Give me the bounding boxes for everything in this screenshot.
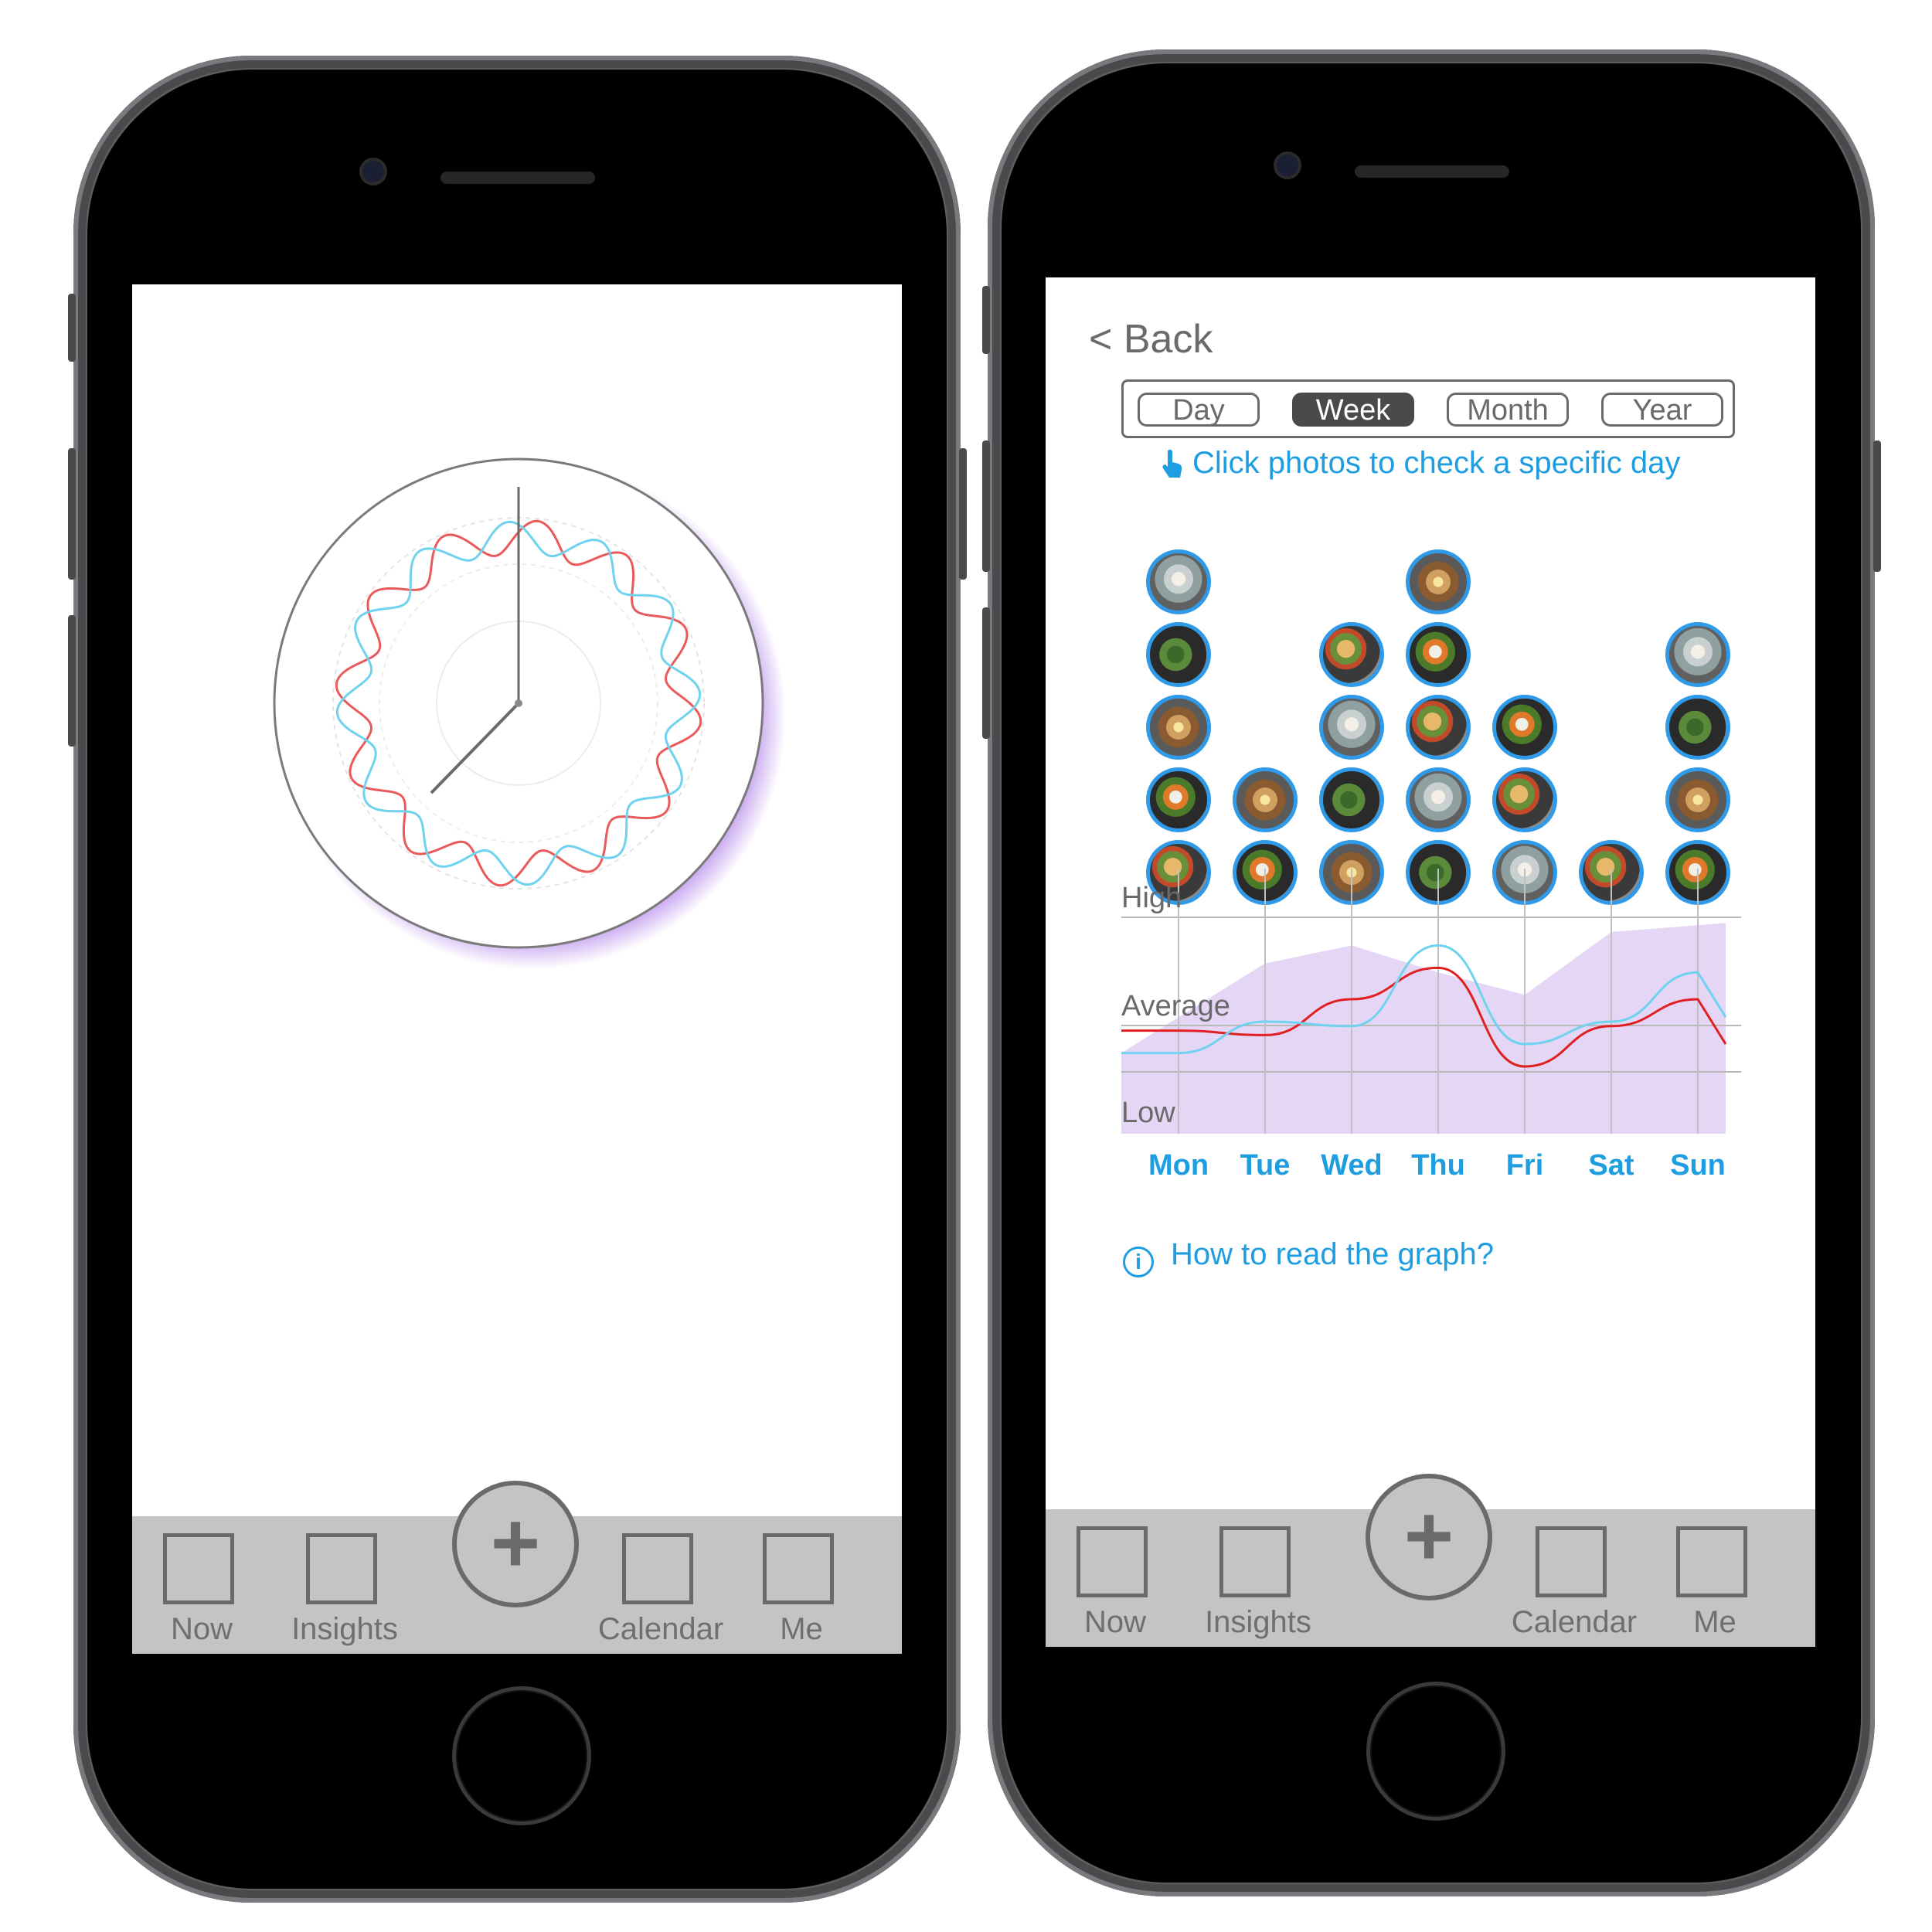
chart-area-range bbox=[1121, 923, 1726, 1134]
tab-now[interactable]: Now bbox=[1046, 1509, 1185, 1647]
tab-calendar[interactable]: Calendar bbox=[1505, 1509, 1644, 1647]
tab-insights[interactable]: Insights bbox=[275, 1516, 414, 1654]
tab-me-label: Me bbox=[1693, 1605, 1736, 1639]
add-button[interactable]: + bbox=[1366, 1474, 1492, 1600]
left-speaker bbox=[440, 172, 595, 184]
tab-me[interactable]: Me bbox=[732, 1516, 871, 1654]
right-power-button bbox=[1873, 440, 1881, 572]
tab-now-label: Now bbox=[1083, 1605, 1147, 1639]
tab-calendar-label: Calendar bbox=[1511, 1605, 1638, 1639]
me-icon bbox=[763, 1533, 834, 1604]
me-icon bbox=[1676, 1526, 1747, 1597]
info-icon: i bbox=[1123, 1247, 1154, 1277]
how-to-read-text: How to read the graph? bbox=[1171, 1237, 1495, 1271]
calendar-icon bbox=[622, 1533, 693, 1604]
y-label-high: High bbox=[1121, 882, 1182, 914]
insights-icon bbox=[1219, 1526, 1291, 1597]
mood-week-chart bbox=[1121, 869, 1741, 1134]
y-label-average: Average bbox=[1121, 990, 1230, 1022]
now-icon bbox=[1077, 1526, 1148, 1597]
breathing-clock bbox=[273, 457, 786, 969]
left-power-button bbox=[959, 448, 967, 580]
y-label-low: Low bbox=[1121, 1097, 1175, 1129]
clock-center bbox=[515, 699, 522, 707]
how-to-read-link[interactable]: i How to read the graph? bbox=[1123, 1237, 1494, 1277]
tab-now-label: Now bbox=[170, 1612, 233, 1646]
x-tick-label[interactable]: Sun bbox=[1651, 1149, 1744, 1182]
left-phone: Now Insights Calendar Me + bbox=[73, 56, 961, 1903]
x-tick-label[interactable]: Tue bbox=[1219, 1149, 1311, 1182]
right-volume-down bbox=[982, 607, 990, 739]
left-screen: Now Insights Calendar Me + bbox=[132, 284, 902, 1654]
right-home-button[interactable] bbox=[1366, 1682, 1505, 1821]
left-volume-up bbox=[68, 448, 76, 580]
left-home-button[interactable] bbox=[452, 1686, 591, 1825]
right-mute-switch bbox=[982, 286, 990, 354]
x-tick-label[interactable]: Fri bbox=[1478, 1149, 1571, 1182]
left-volume-down bbox=[68, 615, 76, 747]
tab-insights[interactable]: Insights bbox=[1189, 1509, 1328, 1647]
x-tick-label[interactable]: Sat bbox=[1565, 1149, 1658, 1182]
right-phone: < Back Day Week Month Year Click photos … bbox=[988, 49, 1875, 1896]
tab-calendar-label: Calendar bbox=[597, 1612, 724, 1646]
right-screen: < Back Day Week Month Year Click photos … bbox=[1046, 277, 1815, 1647]
tab-insights-label: Insights bbox=[291, 1612, 398, 1646]
right-volume-up bbox=[982, 440, 990, 572]
right-speaker bbox=[1355, 165, 1509, 178]
tab-insights-label: Insights bbox=[1205, 1605, 1311, 1639]
insights-icon bbox=[306, 1533, 377, 1604]
x-tick-label[interactable]: Wed bbox=[1305, 1149, 1398, 1182]
tab-me-label: Me bbox=[780, 1612, 823, 1646]
left-mute-switch bbox=[68, 294, 76, 362]
tab-me[interactable]: Me bbox=[1645, 1509, 1784, 1647]
x-tick-label[interactable]: Thu bbox=[1392, 1149, 1485, 1182]
tab-now[interactable]: Now bbox=[132, 1516, 271, 1654]
add-button[interactable]: + bbox=[452, 1481, 579, 1607]
now-icon bbox=[163, 1533, 234, 1604]
calendar-icon bbox=[1536, 1526, 1607, 1597]
tab-calendar[interactable]: Calendar bbox=[591, 1516, 730, 1654]
x-tick-label[interactable]: Mon bbox=[1132, 1149, 1225, 1182]
right-camera bbox=[1274, 151, 1301, 179]
left-camera bbox=[359, 158, 387, 185]
